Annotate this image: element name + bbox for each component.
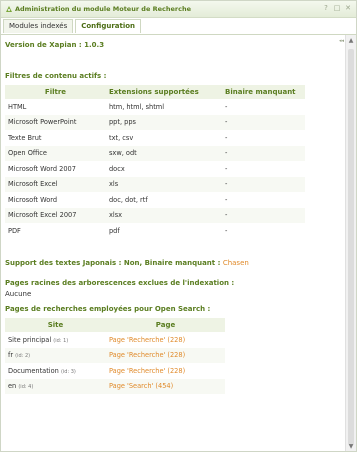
filter-missing: - <box>225 102 228 111</box>
filter-name: Microsoft Word <box>8 195 58 204</box>
table-row: Open Office sxw, odt - <box>5 145 305 161</box>
site-id: (id: 3) <box>60 368 76 375</box>
window-title: Administration du module Moteur de Reche… <box>15 5 192 13</box>
site-id: (id: 4) <box>18 384 34 391</box>
admin-window: Administration du module Moteur de Reche… <box>0 0 357 452</box>
config-panel: Version de Xapian : 1.0.3 Filtres de con… <box>1 35 345 451</box>
search-page-link[interactable]: Page 'Recherche' (228) <box>106 347 225 363</box>
table-row: en (id: 4) Page 'Search' (454) <box>5 378 225 394</box>
table-row: Documentation (id: 3) Page 'Recherche' (… <box>5 363 225 379</box>
filter-name: Microsoft Excel 2007 <box>5 207 106 223</box>
filter-name: Open Office <box>5 145 106 161</box>
filter-missing: - <box>222 114 305 130</box>
filter-name: Microsoft PowerPoint <box>5 114 106 130</box>
site-name: Documentation (id: 3) <box>8 366 76 375</box>
opensearch-header-row: Site Page <box>5 318 225 332</box>
help-icon[interactable]: ? <box>322 4 330 13</box>
col-binaire-manquant: Binaire manquant <box>222 85 305 99</box>
japanese-support-label: Support des textes Japonais : Non, Binai… <box>5 259 221 267</box>
filter-missing: - <box>225 133 228 142</box>
filter-extensions: sxw, odt <box>106 145 222 161</box>
filter-missing: - <box>225 195 228 204</box>
table-row: Microsoft Word doc, dot, rtf - <box>5 192 305 208</box>
scroll-thumb[interactable] <box>348 49 354 445</box>
table-row: Texte Brut txt, csv - <box>5 130 305 146</box>
title-bar: Administration du module Moteur de Reche… <box>1 1 356 18</box>
col-extensions: Extensions supportées <box>106 85 222 99</box>
tab-bar: Modules indexés Configuration <box>3 19 143 34</box>
japanese-binary-link[interactable]: Chasen <box>223 259 249 267</box>
xapian-version: Version de Xapian : 1.0.3 <box>5 41 105 49</box>
filter-extensions: doc, dot, rtf <box>109 195 148 204</box>
filter-extensions: ppt, pps <box>106 114 222 130</box>
filter-extensions: xls <box>106 176 222 192</box>
scroll-down-icon[interactable]: ▼ <box>347 443 355 451</box>
search-page-link[interactable]: Page 'Recherche' (228) <box>106 363 225 379</box>
filter-name: Texte Brut <box>8 133 42 142</box>
col-site: Site <box>5 318 106 332</box>
table-row: Microsoft Word 2007 docx - <box>5 161 305 177</box>
filters-table: Filtre Extensions supportées Binaire man… <box>5 85 305 239</box>
col-page: Page <box>106 318 225 332</box>
search-page-link[interactable]: Page 'Recherche' (228) <box>106 332 225 348</box>
module-logo-icon <box>6 6 12 12</box>
filter-extensions: xlsx <box>106 207 222 223</box>
site-name: en (id: 4) <box>5 378 106 394</box>
filter-name: Microsoft Excel <box>5 176 106 192</box>
filter-missing: - <box>225 164 228 173</box>
filter-missing: - <box>225 226 228 235</box>
filter-extensions: txt, csv <box>109 133 134 142</box>
opensearch-heading: Pages de recherches employées pour Open … <box>5 305 211 313</box>
filters-heading: Filtres de contenu actifs : <box>5 72 107 80</box>
collapse-icon[interactable]: ◂◂ <box>339 38 344 44</box>
tab-modules-indexes[interactable]: Modules indexés <box>3 19 74 33</box>
site-id: (id: 2) <box>15 353 31 360</box>
table-row: fr (id: 2) Page 'Recherche' (228) <box>5 347 225 363</box>
filter-name: HTML <box>8 102 27 111</box>
tab-configuration[interactable]: Configuration <box>75 19 142 33</box>
search-page-link[interactable]: Page 'Search' (454) <box>106 378 225 394</box>
table-row: HTML htm, html, shtml - <box>5 99 305 115</box>
excluded-roots-heading: Pages racines des arborescences exclues … <box>5 279 235 287</box>
filter-name: Microsoft Word 2007 <box>8 164 76 173</box>
scroll-up-icon[interactable]: ▲ <box>347 37 355 45</box>
filter-missing: - <box>222 176 305 192</box>
site-name: Site principal (id: 1) <box>8 335 69 344</box>
site-name: fr (id: 2) <box>5 347 106 363</box>
table-row: Microsoft Excel 2007 xlsx - <box>5 207 305 223</box>
filter-extensions: htm, html, shtml <box>109 102 165 111</box>
opensearch-table: Site Page Site principal (id: 1) Page 'R… <box>5 318 225 394</box>
maximize-icon[interactable]: □ <box>333 4 341 13</box>
site-id: (id: 1) <box>53 337 69 344</box>
filter-missing: - <box>222 145 305 161</box>
filter-extensions: pdf <box>109 226 120 235</box>
table-row: Microsoft Excel xls - <box>5 176 305 192</box>
filter-extensions: docx <box>109 164 125 173</box>
table-row: PDF pdf - <box>5 223 305 239</box>
filter-missing: - <box>222 207 305 223</box>
filters-header-row: Filtre Extensions supportées Binaire man… <box>5 85 305 99</box>
col-filtre: Filtre <box>5 85 106 99</box>
table-row: Site principal (id: 1) Page 'Recherche' … <box>5 332 225 348</box>
excluded-roots-value: Aucune <box>5 290 32 298</box>
table-row: Microsoft PowerPoint ppt, pps - <box>5 114 305 130</box>
filter-name: PDF <box>8 226 21 235</box>
close-icon[interactable]: ✕ <box>344 4 352 13</box>
japanese-support: Support des textes Japonais : Non, Binai… <box>5 259 249 267</box>
